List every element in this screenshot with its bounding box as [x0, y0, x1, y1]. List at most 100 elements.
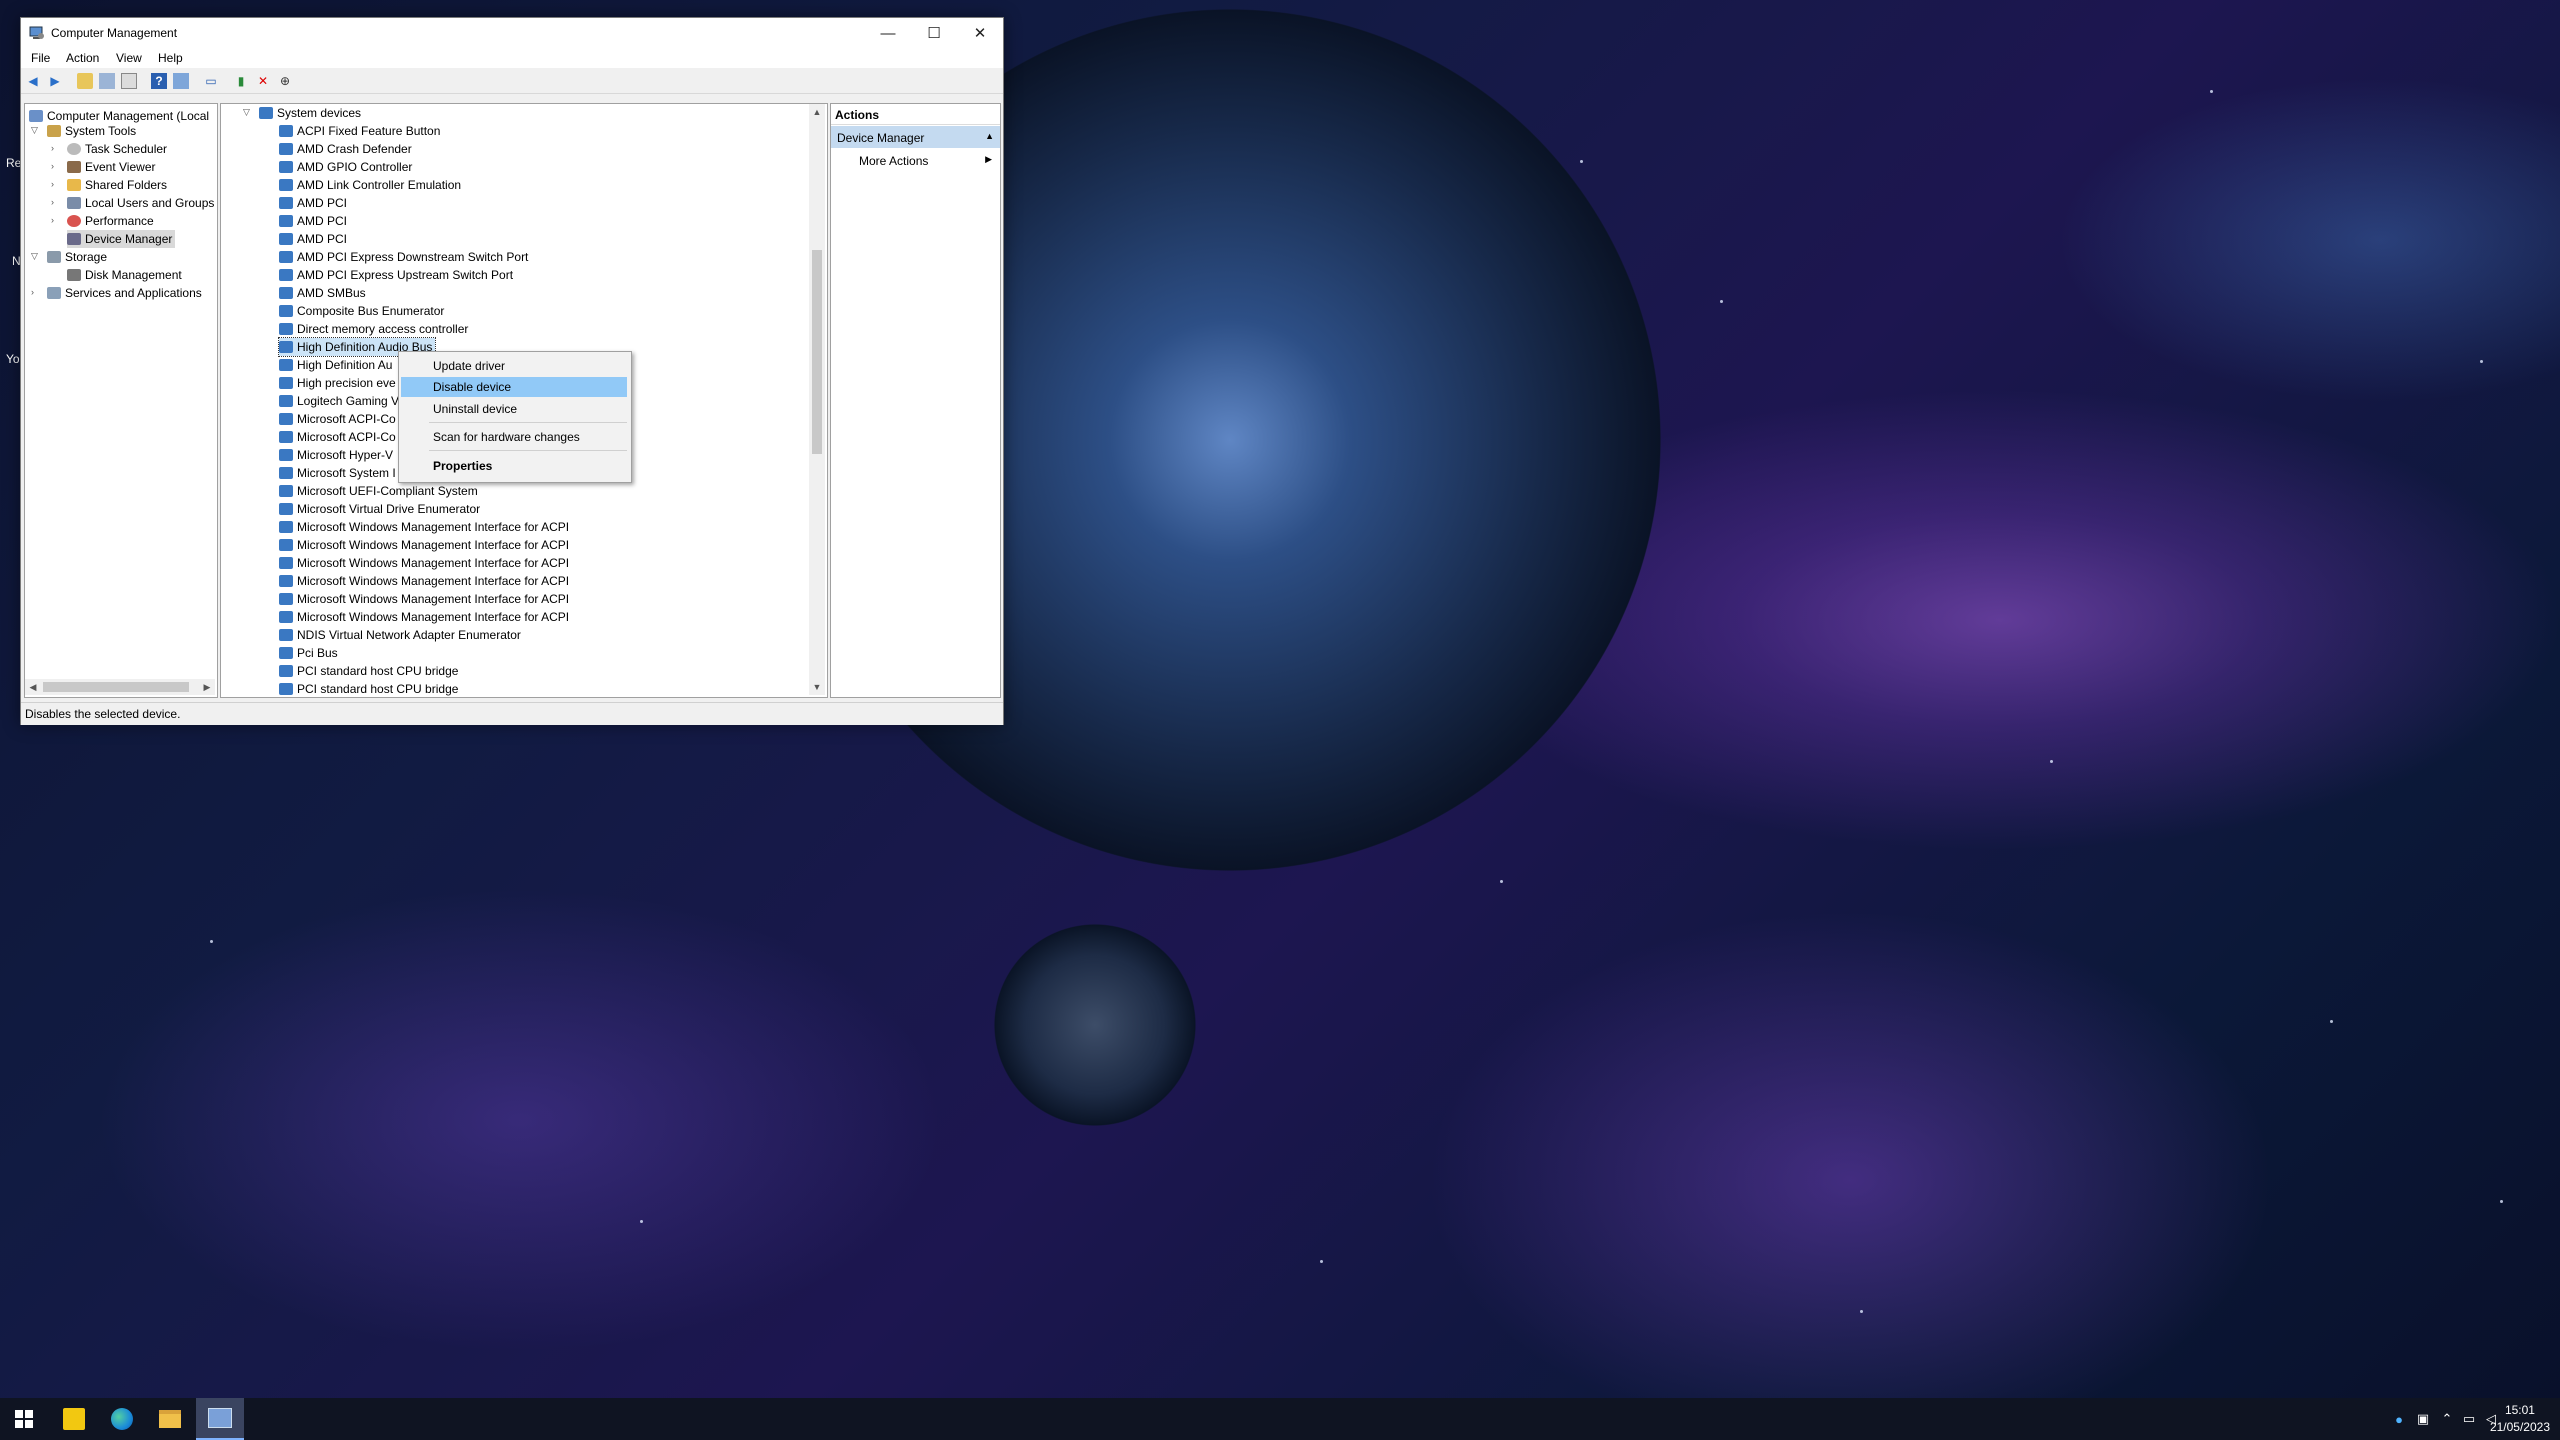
device-item[interactable]: Microsoft Windows Management Interface f…	[279, 518, 569, 536]
collapse-icon[interactable]: ▽	[31, 251, 41, 262]
network-icon[interactable]: ▭	[2460, 1410, 2478, 1428]
device-item[interactable]: AMD Link Controller Emulation	[279, 176, 461, 194]
device-item[interactable]: High Definition Au	[279, 356, 392, 374]
update-driver-icon[interactable]: ▮	[233, 73, 249, 89]
device-label: Microsoft Windows Management Interface f…	[297, 574, 570, 588]
tray-app-icon[interactable]: ●	[2390, 1410, 2408, 1428]
device-item[interactable]: Microsoft Virtual Drive Enumerator	[279, 500, 480, 518]
minimize-button[interactable]: —	[865, 18, 911, 48]
device-item[interactable]: PCI standard host CPU bridge	[279, 662, 458, 680]
actions-section-device-manager[interactable]: Device Manager ▲	[831, 126, 1000, 148]
device-item[interactable]: High precision eve	[279, 374, 396, 392]
tree-storage[interactable]: Storage	[47, 248, 107, 266]
expand-icon[interactable]: ›	[31, 287, 41, 297]
collapse-up-icon[interactable]: ▲	[985, 131, 994, 141]
device-label: Microsoft Windows Management Interface f…	[297, 556, 570, 570]
scroll-right-icon[interactable]: ▶	[199, 679, 215, 695]
download-icon[interactable]: ⊕	[277, 73, 293, 89]
chevron-up-icon[interactable]: ⌃	[2438, 1410, 2456, 1428]
device-item[interactable]: Logitech Gaming V	[279, 392, 399, 410]
expand-icon[interactable]: ›	[51, 197, 61, 207]
device-item[interactable]: AMD PCI	[279, 194, 347, 212]
monitor-icon[interactable]: ▭	[203, 73, 219, 89]
close-button[interactable]: ✕	[957, 18, 1003, 48]
tree-disk-management[interactable]: Disk Management	[67, 266, 182, 284]
view-icon[interactable]	[173, 73, 189, 89]
menu-action[interactable]: Action	[66, 51, 99, 65]
ctx-scan-hardware[interactable]: Scan for hardware changes	[401, 427, 627, 447]
device-item[interactable]: Microsoft UEFI-Compliant System	[279, 482, 478, 500]
properties-icon[interactable]	[121, 73, 137, 89]
back-icon[interactable]: ◀	[25, 73, 41, 89]
device-item[interactable]: AMD PCI	[279, 230, 347, 248]
forward-icon[interactable]: ▶	[47, 73, 63, 89]
device-item[interactable]: Direct memory access controller	[279, 320, 468, 338]
expand-icon[interactable]: ›	[51, 143, 61, 153]
start-button[interactable]	[0, 1398, 48, 1440]
title-bar[interactable]: Computer Management — ☐ ✕	[21, 18, 1003, 48]
tree-system-tools[interactable]: System Tools	[47, 122, 136, 140]
tree-event-viewer[interactable]: Event Viewer	[67, 158, 155, 176]
taskbar-app-notes[interactable]	[50, 1398, 98, 1440]
scroll-left-icon[interactable]: ◀	[25, 679, 41, 695]
device-item[interactable]: Microsoft ACPI-Co	[279, 428, 396, 446]
device-item[interactable]: Microsoft Windows Management Interface f…	[279, 554, 569, 572]
menu-view[interactable]: View	[116, 51, 142, 65]
device-item[interactable]: AMD PCI Express Upstream Switch Port	[279, 266, 513, 284]
ctx-update-driver[interactable]: Update driver	[401, 356, 627, 376]
system-clock[interactable]: 15:01 21/05/2023	[2490, 1402, 2550, 1436]
taskbar-app-edge[interactable]	[98, 1398, 146, 1440]
up-folder-icon[interactable]	[77, 73, 93, 89]
device-item[interactable]: Pci Bus	[279, 644, 338, 662]
device-item[interactable]: Microsoft Windows Management Interface f…	[279, 536, 569, 554]
ctx-properties[interactable]: Properties	[401, 456, 627, 476]
device-item[interactable]: AMD Crash Defender	[279, 140, 412, 158]
device-item[interactable]: AMD GPIO Controller	[279, 158, 412, 176]
device-item[interactable]: Composite Bus Enumerator	[279, 302, 444, 320]
device-item[interactable]: Microsoft System I	[279, 464, 396, 482]
scroll-down-icon[interactable]: ▼	[809, 679, 825, 695]
scroll-thumb[interactable]	[43, 682, 189, 692]
tree-device-manager[interactable]: Device Manager	[67, 230, 176, 248]
device-item[interactable]: Microsoft Hyper-V	[279, 446, 393, 464]
expand-icon[interactable]: ›	[51, 179, 61, 189]
scroll-thumb[interactable]	[812, 250, 822, 454]
show-hide-tree-icon[interactable]	[99, 73, 115, 89]
tree-services[interactable]: Services and Applications	[47, 284, 202, 302]
device-icon	[279, 593, 293, 605]
device-item[interactable]: ACPI Fixed Feature Button	[279, 122, 440, 140]
more-actions-item[interactable]: More Actions ▶	[831, 150, 1000, 170]
device-item[interactable]: Microsoft Windows Management Interface f…	[279, 608, 569, 626]
device-item[interactable]: Microsoft ACPI-Co	[279, 410, 396, 428]
menu-file[interactable]: File	[31, 51, 50, 65]
expand-icon[interactable]: ›	[51, 215, 61, 225]
menu-help[interactable]: Help	[158, 51, 183, 65]
desktop-icon-label[interactable]: Yo	[6, 352, 20, 366]
collapse-icon[interactable]: ▽	[243, 107, 253, 118]
device-item[interactable]: Microsoft Windows Management Interface f…	[279, 572, 569, 590]
ctx-uninstall-device[interactable]: Uninstall device	[401, 399, 627, 419]
tree-task-scheduler[interactable]: Task Scheduler	[67, 140, 167, 158]
help-icon[interactable]: ?	[151, 73, 167, 89]
device-item[interactable]: PCI standard host CPU bridge	[279, 680, 458, 697]
device-item[interactable]: NDIS Virtual Network Adapter Enumerator	[279, 626, 521, 644]
device-item[interactable]: Microsoft Windows Management Interface f…	[279, 590, 569, 608]
tree-performance[interactable]: Performance	[67, 212, 154, 230]
tray-app-icon[interactable]: ▣	[2414, 1410, 2432, 1428]
maximize-button[interactable]: ☐	[911, 18, 957, 48]
uninstall-icon[interactable]: ✕	[255, 73, 271, 89]
tree-horizontal-scrollbar[interactable]: ◀ ▶	[25, 679, 215, 695]
expand-icon[interactable]: ›	[51, 161, 61, 171]
taskbar-app-explorer[interactable]	[146, 1398, 194, 1440]
device-item[interactable]: AMD PCI	[279, 212, 347, 230]
scroll-up-icon[interactable]: ▲	[809, 104, 825, 120]
device-item[interactable]: AMD SMBus	[279, 284, 366, 302]
ctx-disable-device[interactable]: Disable device	[401, 377, 627, 397]
tree-local-users[interactable]: Local Users and Groups	[67, 194, 214, 212]
device-vertical-scrollbar[interactable]: ▲ ▼	[809, 104, 825, 695]
collapse-icon[interactable]: ▽	[31, 125, 41, 136]
tree-shared-folders[interactable]: Shared Folders	[67, 176, 167, 194]
device-item[interactable]: AMD PCI Express Downstream Switch Port	[279, 248, 528, 266]
category-system-devices[interactable]: System devices	[259, 104, 361, 122]
taskbar-app-computer-management[interactable]	[196, 1398, 244, 1440]
